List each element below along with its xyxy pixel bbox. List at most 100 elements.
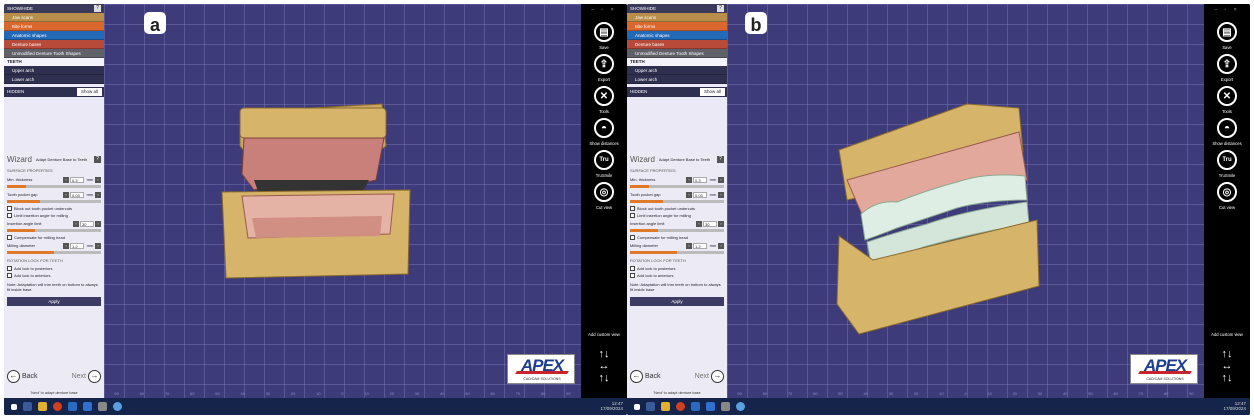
- folder-icon[interactable]: [38, 402, 47, 411]
- row-lower-arch[interactable]: Lower arch: [627, 75, 727, 84]
- insertion-angle-slider[interactable]: [7, 229, 101, 232]
- back-button[interactable]: ← Back: [630, 369, 661, 383]
- row-lower-arch[interactable]: Lower arch: [4, 75, 104, 84]
- decrement-icon[interactable]: ‹: [63, 176, 69, 183]
- export-button[interactable]: ⇪ Export: [1204, 54, 1250, 82]
- row-bite-forms[interactable]: Bite forms: [627, 22, 727, 31]
- row-unmodified-tooth-shapes[interactable]: Unmodified Denture Tooth Shapes: [4, 49, 104, 58]
- showhide-header[interactable]: SHOW/HIDE?: [627, 4, 727, 13]
- row-denture-bases[interactable]: Denture bases: [4, 40, 104, 49]
- checkbox-lock-anteriors[interactable]: Add lock to anteriors: [627, 272, 727, 279]
- help-icon[interactable]: ?: [717, 5, 724, 12]
- insertion-angle-input[interactable]: 30: [703, 220, 717, 227]
- save-button[interactable]: ▤ Save: [581, 22, 627, 50]
- next-button[interactable]: Next →: [695, 369, 724, 383]
- decrement-icon[interactable]: ‹: [63, 191, 69, 198]
- checkbox-icon[interactable]: [630, 206, 635, 211]
- view-rotate-icon[interactable]: ↑↓ ↔ ↑↓: [581, 348, 627, 384]
- checkbox-limit-insertion[interactable]: Limit insertion angle for milling: [627, 212, 727, 219]
- min-thickness-input[interactable]: 0.3: [70, 176, 84, 183]
- increment-icon[interactable]: ›: [718, 176, 724, 183]
- decrement-icon[interactable]: ‹: [686, 242, 692, 249]
- tooth-pocket-gap-slider[interactable]: [630, 200, 724, 203]
- checkbox-block-undercuts[interactable]: Block out tooth pocket undercuts: [627, 205, 727, 212]
- checkbox-icon[interactable]: [7, 235, 12, 240]
- checkbox-lock-anteriors[interactable]: Add lock to anteriors: [4, 272, 104, 279]
- viewport-3d[interactable]: b SHOW/HIDE? Jaw scans Bite forms Anatom…: [627, 4, 1204, 398]
- increment-icon[interactable]: ›: [718, 191, 724, 198]
- milling-diameter-input[interactable]: 1.2: [70, 242, 84, 249]
- increment-icon[interactable]: ›: [95, 191, 101, 198]
- row-jaw-scans[interactable]: Jaw scans: [4, 13, 104, 22]
- insertion-angle-slider[interactable]: [630, 229, 724, 232]
- next-button[interactable]: Next →: [72, 369, 101, 383]
- system-clock[interactable]: 12:47 17/09/2024: [600, 401, 623, 411]
- checkbox-icon[interactable]: [630, 266, 635, 271]
- checkbox-icon[interactable]: [7, 206, 12, 211]
- taskbar-app-icon[interactable]: [113, 402, 122, 411]
- tooth-pocket-gap-input[interactable]: 0.03: [70, 191, 84, 198]
- taskbar-app-icon[interactable]: [83, 402, 92, 411]
- row-upper-arch[interactable]: Upper arch: [627, 66, 727, 75]
- apply-button[interactable]: Apply: [630, 297, 724, 306]
- cut-view-icon[interactable]: ◎: [1217, 182, 1237, 202]
- showhide-header[interactable]: SHOW/HIDE?: [4, 4, 104, 13]
- browser-icon[interactable]: [676, 402, 685, 411]
- row-upper-arch[interactable]: Upper arch: [4, 66, 104, 75]
- next-arrow-icon[interactable]: →: [88, 369, 101, 383]
- row-anatomic-shapes[interactable]: Anatomic shapes: [4, 31, 104, 40]
- show-distances-button[interactable]: ◓ Show distances: [581, 118, 627, 146]
- milling-diameter-input[interactable]: 1.2: [693, 242, 707, 249]
- checkbox-limit-insertion[interactable]: Limit insertion angle for milling: [4, 212, 104, 219]
- insertion-angle-input[interactable]: 30: [80, 220, 94, 227]
- increment-icon[interactable]: ›: [718, 242, 724, 249]
- row-unmodified-tooth-shapes[interactable]: Unmodified Denture Tooth Shapes: [627, 49, 727, 58]
- window-controls[interactable]: – ▫ ×: [1204, 4, 1250, 18]
- min-thickness-slider[interactable]: [630, 185, 724, 188]
- cut-view-icon[interactable]: ◎: [594, 182, 614, 202]
- cut-view-button[interactable]: ◎ Cut view: [581, 182, 627, 210]
- decrement-icon[interactable]: ‹: [686, 191, 692, 198]
- taskbar-app-icon[interactable]: [23, 402, 32, 411]
- checkbox-compensate[interactable]: Compensate for milling head: [4, 234, 104, 241]
- add-custom-view-button[interactable]: Add custom view: [1204, 332, 1250, 337]
- taskbar-app-icon[interactable]: [736, 402, 745, 411]
- milling-diameter-slider[interactable]: [7, 251, 101, 254]
- distances-icon[interactable]: ◓: [594, 118, 614, 138]
- milling-diameter-slider[interactable]: [630, 251, 724, 254]
- save-icon[interactable]: ▤: [1217, 22, 1237, 42]
- min-thickness-input[interactable]: 0.3: [693, 176, 707, 183]
- row-jaw-scans[interactable]: Jaw scans: [627, 13, 727, 22]
- row-denture-bases[interactable]: Denture bases: [627, 40, 727, 49]
- tooth-pocket-gap-slider[interactable]: [7, 200, 101, 203]
- taskbar-app-icon[interactable]: [98, 402, 107, 411]
- back-arrow-icon[interactable]: ←: [7, 369, 20, 383]
- checkbox-lock-posteriors[interactable]: Add lock to posteriors: [4, 265, 104, 272]
- system-clock[interactable]: 12:47 17/09/2024: [1223, 401, 1246, 411]
- increment-icon[interactable]: ›: [718, 220, 724, 227]
- show-all-button[interactable]: Show all: [76, 88, 102, 96]
- decrement-icon[interactable]: ‹: [63, 242, 69, 249]
- min-thickness-slider[interactable]: [7, 185, 101, 188]
- apply-button[interactable]: Apply: [7, 297, 101, 306]
- increment-icon[interactable]: ›: [95, 220, 101, 227]
- viewport-3d[interactable]: a SHOW/HIDE? Jaw scans Bite forms Anatom…: [4, 4, 581, 398]
- export-button[interactable]: ⇪ Export: [581, 54, 627, 82]
- checkbox-icon[interactable]: [7, 266, 12, 271]
- decrement-icon[interactable]: ‹: [686, 176, 692, 183]
- taskbar-app-icon[interactable]: [646, 402, 655, 411]
- distances-icon[interactable]: ◓: [1217, 118, 1237, 138]
- show-distances-button[interactable]: ◓ Show distances: [1204, 118, 1250, 146]
- start-icon[interactable]: [11, 403, 17, 410]
- tools-icon[interactable]: ✕: [594, 86, 614, 106]
- trusmile-button[interactable]: Tru TruSmile: [1204, 150, 1250, 178]
- decrement-icon[interactable]: ‹: [73, 220, 79, 227]
- folder-icon[interactable]: [661, 402, 670, 411]
- export-icon[interactable]: ⇪: [1217, 54, 1237, 74]
- next-arrow-icon[interactable]: →: [711, 369, 724, 383]
- checkbox-lock-posteriors[interactable]: Add lock to posteriors: [627, 265, 727, 272]
- trusmile-button[interactable]: Tru TruSmile: [581, 150, 627, 178]
- help-icon[interactable]: ?: [94, 5, 101, 12]
- save-button[interactable]: ▤ Save: [1204, 22, 1250, 50]
- decrement-icon[interactable]: ‹: [696, 220, 702, 227]
